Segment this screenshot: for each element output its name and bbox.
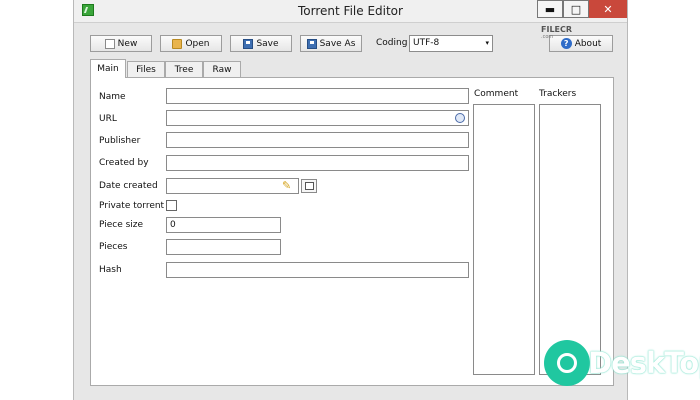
broom-icon[interactable]: ✎ (282, 180, 294, 192)
open-folder-icon (172, 38, 183, 49)
coding-select-value: UTF-8 (413, 38, 440, 48)
filecr-watermark-sub: .com (541, 34, 554, 40)
publisher-field[interactable] (166, 132, 469, 148)
maximize-button[interactable]: □ (563, 0, 589, 18)
trackers-textarea[interactable] (539, 104, 601, 375)
close-button[interactable]: ✕ (589, 0, 627, 18)
save-as-button[interactable]: Save As (300, 35, 362, 52)
about-button-label: About (574, 38, 602, 49)
open-button-label: Open (185, 38, 210, 49)
hash-field[interactable] (166, 262, 469, 278)
save-button-label: Save (256, 38, 279, 49)
hash-label: Hash (99, 265, 122, 275)
help-icon: ? (560, 38, 572, 49)
comment-label: Comment (474, 89, 519, 99)
title-bar: Torrent File Editor ▬ □ ✕ (74, 0, 627, 22)
minimize-button[interactable]: ▬ (537, 0, 563, 18)
filecr-watermark: FILECR (541, 25, 573, 34)
tab-main[interactable]: Main (90, 59, 126, 78)
calendar-icon (304, 182, 314, 190)
calendar-button[interactable] (301, 179, 317, 193)
desktop-watermark: DeskTop (588, 346, 700, 380)
save-button[interactable]: Save (230, 35, 292, 52)
private-torrent-label: Private torrent (99, 201, 165, 211)
pieces-field[interactable] (166, 239, 281, 255)
date-created-label: Date created (99, 181, 158, 191)
coding-label: Coding (376, 38, 408, 48)
comment-textarea[interactable] (473, 104, 535, 375)
save-as-button-label: Save As (319, 38, 356, 49)
created-by-label: Created by (99, 158, 149, 168)
about-button[interactable]: ? About (549, 35, 613, 52)
globe-icon[interactable] (455, 113, 465, 123)
title-separator (74, 22, 627, 23)
app-window: Torrent File Editor ▬ □ ✕ New Open Save … (73, 0, 628, 400)
new-button[interactable]: New (90, 35, 152, 52)
name-label: Name (99, 92, 126, 102)
pieces-label: Pieces (99, 242, 128, 252)
url-field[interactable] (166, 110, 469, 126)
private-torrent-checkbox[interactable] (166, 200, 177, 211)
created-by-field[interactable] (166, 155, 469, 171)
date-created-field[interactable] (166, 178, 299, 194)
tab-raw[interactable]: Raw (203, 61, 241, 77)
url-label: URL (99, 114, 117, 124)
new-button-label: New (117, 38, 138, 49)
save-as-disk-icon (306, 38, 317, 49)
trackers-label: Trackers (539, 89, 577, 99)
tab-tree[interactable]: Tree (165, 61, 203, 77)
tab-files[interactable]: Files (127, 61, 165, 77)
chevron-down-icon: ▾ (485, 39, 489, 47)
open-button[interactable]: Open (160, 35, 222, 52)
piece-size-field[interactable]: 0 (166, 217, 281, 233)
name-field[interactable] (166, 88, 469, 104)
new-doc-icon (104, 38, 115, 49)
save-disk-icon (243, 38, 254, 49)
piece-size-label: Piece size (99, 220, 144, 230)
publisher-label: Publisher (99, 136, 141, 146)
coding-select[interactable]: UTF-8 ▾ (409, 35, 493, 52)
desktop-logo (544, 340, 590, 386)
